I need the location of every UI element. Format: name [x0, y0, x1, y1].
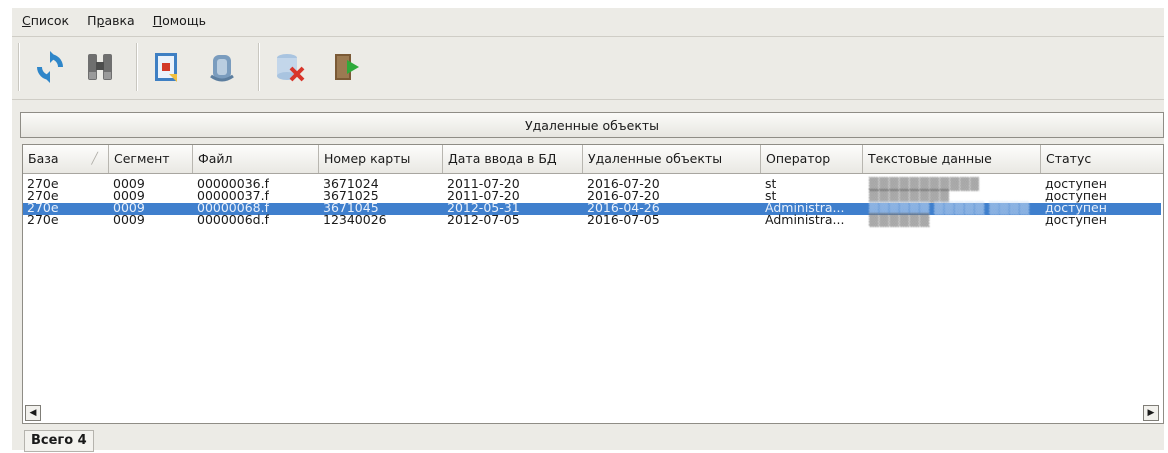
- deleted-objects-table[interactable]: База ╱ Сегмент Файл Номер карты Дата ввод…: [22, 144, 1164, 424]
- refresh-button[interactable]: [28, 47, 72, 87]
- column-header-date-entered[interactable]: Дата ввода в БД: [443, 145, 583, 173]
- menu-help[interactable]: Помощь: [143, 13, 214, 28]
- column-header-operator[interactable]: Оператор: [761, 145, 863, 173]
- main-window: Список Правка Помощь Удаленные объекты Б…: [12, 8, 1164, 452]
- column-header-deleted-objects[interactable]: Удаленные объекты: [583, 145, 761, 173]
- table-row[interactable]: 270e 0009 0000006d.f 12340026 2012-07-05…: [23, 213, 1161, 227]
- arrow-left-icon: ◀: [29, 408, 37, 418]
- scroll-left-button[interactable]: ◀: [25, 405, 41, 421]
- exit-icon: [335, 54, 359, 80]
- cell-base: 270e: [27, 213, 59, 227]
- import-card-icon: [155, 53, 177, 82]
- sort-indicator-icon: ╱: [91, 152, 98, 165]
- toolbar-separator: [136, 43, 137, 91]
- column-header-segment[interactable]: Сегмент: [109, 145, 193, 173]
- menu-edit[interactable]: Правка: [77, 13, 143, 28]
- restore-record-icon: [210, 55, 234, 82]
- delete-database-icon: [277, 54, 305, 82]
- cell-status: доступен: [1045, 213, 1107, 227]
- toolbar-separator: [18, 43, 19, 91]
- section-header: Удаленные объекты: [20, 112, 1164, 138]
- column-header-text-data[interactable]: Текстовые данные: [863, 145, 1041, 173]
- table-header: База ╱ Сегмент Файл Номер карты Дата ввод…: [23, 145, 1163, 174]
- toolbar: [12, 36, 1164, 100]
- toolbar-separator: [258, 43, 259, 91]
- menu-list[interactable]: Список: [12, 13, 77, 28]
- cell-segment: 0009: [113, 213, 145, 227]
- exit-button[interactable]: [324, 47, 368, 87]
- scroll-right-button[interactable]: ▶: [1143, 405, 1159, 421]
- cell-date-entered: 2012-07-05: [447, 213, 520, 227]
- cell-text-data-redacted: ▒▒▒▒▒▒: [869, 213, 930, 227]
- cell-deleted-date: 2016-07-05: [587, 213, 660, 227]
- delete-button[interactable]: [268, 47, 312, 87]
- cell-card-number: 12340026: [323, 213, 387, 227]
- horizontal-scrollbar[interactable]: ◀ ▶: [25, 405, 1159, 421]
- binoculars-icon: [88, 54, 112, 80]
- restore-button[interactable]: [200, 47, 244, 87]
- column-header-status[interactable]: Статус: [1041, 145, 1161, 173]
- column-header-file[interactable]: Файл: [193, 145, 319, 173]
- scrollbar-track[interactable]: [41, 406, 1143, 420]
- cell-operator: Administra...: [765, 213, 845, 227]
- find-button[interactable]: [78, 47, 122, 87]
- column-header-base[interactable]: База ╱: [23, 145, 109, 173]
- section-title: Удаленные объекты: [524, 117, 660, 133]
- refresh-icon: [37, 51, 63, 83]
- arrow-right-icon: ▶: [1147, 408, 1155, 418]
- menu-bar: Список Правка Помощь: [12, 8, 1164, 32]
- import-card-button[interactable]: [144, 47, 188, 87]
- cell-file: 0000006d.f: [197, 213, 269, 227]
- column-header-card-number[interactable]: Номер карты: [319, 145, 443, 173]
- total-count-label: Всего 4: [24, 430, 94, 452]
